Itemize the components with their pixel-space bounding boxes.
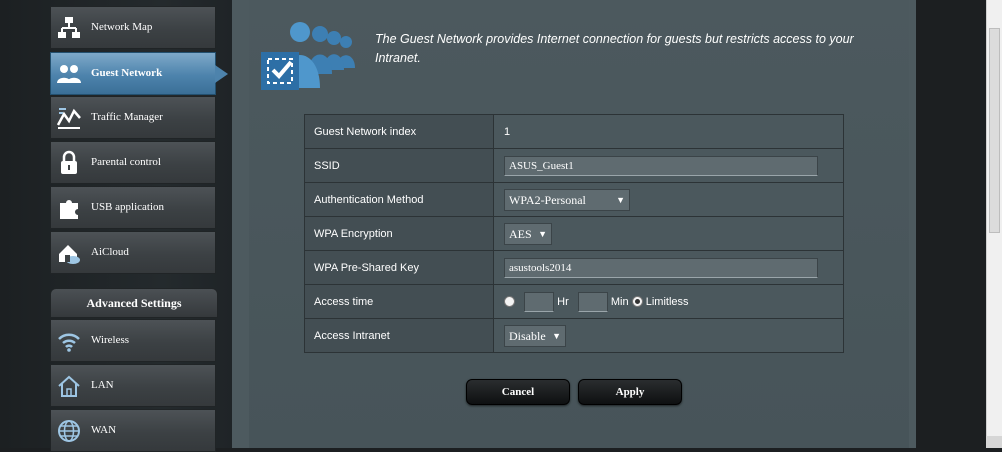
sidebar-item-label: Traffic Manager: [91, 111, 163, 123]
hr-label: Hr: [557, 295, 569, 308]
sidebar-item-label: Guest Network: [91, 67, 163, 79]
sidebar-item-guest-network[interactable]: Guest Network: [50, 52, 228, 95]
sidebar-item-label: Parental control: [91, 156, 161, 168]
sidebar-item-label: USB application: [91, 201, 165, 213]
table-row: SSID: [304, 148, 844, 183]
sidebar-item-network-map[interactable]: Network Map: [50, 6, 216, 49]
access-time-limitless-radio[interactable]: [631, 296, 643, 307]
access-intranet-select[interactable]: Disable ▼: [504, 324, 566, 347]
sidebar-item-label: Wireless: [91, 334, 130, 346]
table-row: Access Intranet Disable ▼: [304, 318, 844, 353]
sidebar-item-lan[interactable]: LAN: [50, 364, 216, 407]
select-value: AES: [509, 226, 532, 241]
table-row: WPA Encryption AES ▼: [304, 216, 844, 251]
row-label: WPA Encryption: [304, 216, 494, 251]
table-row: Access time Hr Min Limitless: [304, 284, 844, 319]
sidebar-item-label: Network Map: [91, 21, 153, 33]
wireless-icon: [58, 333, 80, 352]
active-indicator-arrow: [215, 65, 228, 83]
select-value: WPA2-Personal: [509, 192, 586, 207]
pre-shared-key-input[interactable]: [504, 257, 818, 278]
sidebar-item-traffic-manager[interactable]: Traffic Manager: [50, 96, 216, 139]
sidebar-item-label: LAN: [91, 379, 114, 391]
intro-description: The Guest Network provides Internet conn…: [375, 32, 854, 65]
dropdown-caret-icon: ▼: [616, 194, 625, 205]
row-label: Access time: [304, 284, 494, 319]
authentication-method-select[interactable]: WPA2-Personal ▼: [504, 188, 630, 211]
row-label: Guest Network index: [304, 114, 494, 149]
sidebar: Network Map Guest Network Traffic Manage…: [0, 0, 232, 452]
sidebar-item-wan[interactable]: WAN: [50, 409, 216, 452]
sidebar-item-parental-control[interactable]: Parental control: [50, 141, 216, 184]
wan-globe-icon: [58, 420, 80, 442]
cancel-button[interactable]: Cancel: [466, 379, 570, 405]
row-label: Access Intranet: [304, 318, 494, 353]
sidebar-item-aicloud[interactable]: AiCloud: [50, 231, 216, 274]
dropdown-caret-icon: ▼: [538, 228, 547, 239]
table-row: WPA Pre-Shared Key: [304, 250, 844, 285]
parental-control-icon: [61, 150, 77, 174]
sidebar-item-wireless[interactable]: Wireless: [50, 319, 216, 362]
sidebar-item-label: AiCloud: [91, 246, 129, 258]
dropdown-caret-icon: ▼: [552, 330, 561, 341]
right-gutter: [916, 0, 986, 448]
guest-network-icon: [57, 65, 81, 83]
row-label: Authentication Method: [304, 182, 494, 217]
row-label: WPA Pre-Shared Key: [304, 250, 494, 285]
advanced-settings-header: Advanced Settings: [50, 288, 218, 318]
row-label: SSID: [304, 148, 494, 183]
access-time-hours-input[interactable]: [524, 291, 555, 312]
aicloud-icon: [59, 245, 80, 264]
table-row: Authentication Method WPA2-Personal ▼: [304, 182, 844, 217]
scrollbar-thumb[interactable]: [989, 28, 1000, 233]
ssid-input[interactable]: [504, 155, 818, 176]
network-map-icon: [58, 17, 80, 38]
sidebar-item-label: WAN: [91, 424, 117, 436]
scrollbar-corner: [986, 436, 1002, 448]
guest-network-index-value: 1: [493, 114, 844, 149]
traffic-manager-icon: [56, 108, 81, 129]
guest-network-settings-table: Guest Network index 1 SSID Authenticatio…: [304, 114, 844, 353]
guest-users-icon: [261, 22, 355, 90]
access-time-minutes-input[interactable]: [577, 291, 608, 312]
access-time-custom-radio[interactable]: [504, 296, 515, 307]
vertical-scrollbar[interactable]: [986, 0, 1002, 448]
usb-application-icon: [60, 200, 78, 219]
select-value: Disable: [509, 328, 546, 343]
limitless-label: Limitless: [645, 295, 689, 308]
table-row: Guest Network index 1: [304, 114, 844, 149]
sidebar-item-usb-application[interactable]: USB application: [50, 186, 216, 229]
lan-icon: [58, 375, 80, 397]
min-label: Min: [610, 295, 629, 308]
wpa-encryption-select[interactable]: AES ▼: [504, 222, 552, 245]
apply-button[interactable]: Apply: [578, 379, 682, 405]
